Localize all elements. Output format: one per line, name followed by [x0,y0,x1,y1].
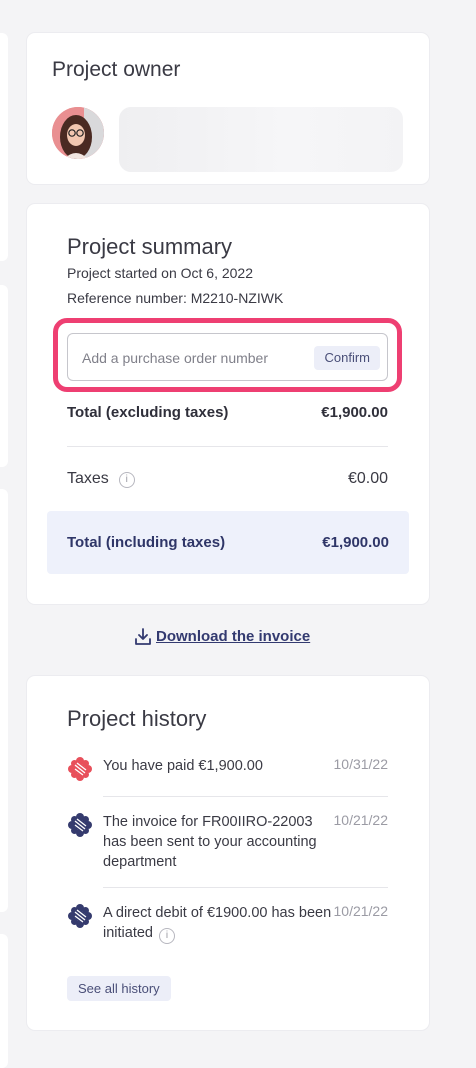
divider [103,796,388,797]
summary-title: Project summary [67,234,233,259]
divider [103,887,388,888]
download-invoice-label: Download the invoice [156,628,311,645]
invoice-logo-icon [68,813,92,837]
download-icon [135,628,151,645]
history-text-with-info: A direct debit of €1900.00 has been init… [103,903,333,944]
left-card-edge [0,489,8,912]
taxes-label: Taxes [67,470,109,487]
owner-title: Project owner [52,58,181,81]
history-date: 10/31/22 [333,756,389,772]
left-card-edge [0,285,8,467]
avatar[interactable] [52,107,104,159]
divider [67,446,388,447]
total-incl-label: Total (including taxes) [67,534,226,551]
history-title: Project history [67,706,207,731]
left-card-edge [0,33,8,261]
history-date: 10/21/22 [333,812,389,828]
reference-number: Reference number: M2210-NZIWK [67,290,284,306]
download-invoice-link[interactable]: Download the invoice [134,628,310,645]
purchase-order-input[interactable] [80,334,304,382]
total-incl-value: €1,900.00 [322,534,389,551]
project-summary-card: Project summary Project started on Oct 6… [27,204,429,604]
history-date: 10/21/22 [333,903,389,919]
history-text: The invoice for FR00IIRO-22003 has been … [103,814,317,870]
project-history-card: Project history You have paid €1,900.00 … [27,676,429,1030]
debit-logo-icon [68,904,92,928]
purchase-order-field: Confirm [67,333,388,382]
payment-logo-icon [68,757,92,781]
total-excl-value: €1,900.00 [321,404,388,421]
owner-name-redacted [119,107,403,172]
history-text: A direct debit of €1900.00 has been init… [103,905,332,941]
taxes-value: €0.00 [347,470,388,487]
confirm-button[interactable]: Confirm [314,346,380,370]
total-incl-box: Total (including taxes) €1,900.00 [47,511,409,574]
see-all-history-button[interactable]: See all history [67,976,171,1001]
left-card-edge [0,934,8,1068]
info-icon[interactable]: i [158,928,175,944]
total-excl-label: Total (excluding taxes) [67,404,229,421]
project-owner-card: Project owner [27,33,429,184]
info-icon[interactable]: i [118,472,135,488]
project-start-date: Project started on Oct 6, 2022 [67,265,253,281]
history-text: You have paid €1,900.00 [103,758,263,774]
